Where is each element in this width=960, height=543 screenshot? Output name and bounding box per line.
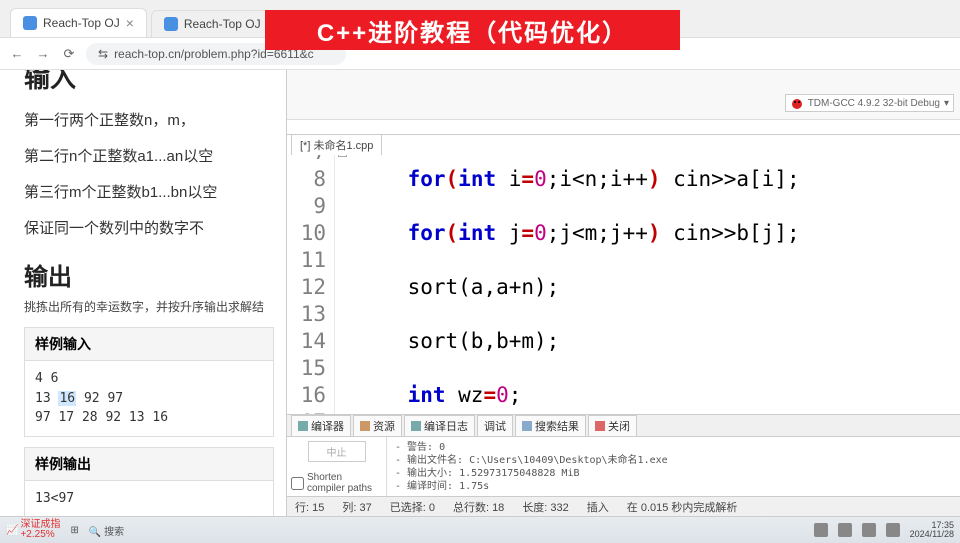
input-heading-partial: 输入	[24, 70, 274, 95]
compile-log-text: - 警告: 0 - 输出文件名: C:\Users\10409\Desktop\…	[387, 437, 960, 496]
compiler-select[interactable]: TDM-GCC 4.9.2 32-bit Debug ▾	[785, 94, 954, 112]
sample-line: 97 17 28 92 13 16	[35, 408, 263, 428]
tab-compile-log[interactable]: 编译日志	[404, 415, 475, 437]
browser-tab-inactive[interactable]: Reach-Top OJ	[151, 10, 274, 37]
browser-tab-active[interactable]: Reach-Top OJ ×	[10, 8, 147, 37]
tab-title: Reach-Top OJ	[184, 17, 261, 31]
trend-up-icon: 📈	[6, 525, 18, 536]
tray-icon[interactable]	[814, 523, 828, 537]
output-tabs: 编译器 资源 编译日志 调试 搜索结果 关闭	[287, 414, 960, 436]
sample-output-body: 13<97	[24, 481, 274, 516]
forward-icon[interactable]: →	[34, 45, 52, 63]
ide-statusbar: 行: 15 列: 37 已选择: 0 总行数: 18 长度: 332 插入 在 …	[287, 496, 960, 516]
back-icon[interactable]: ←	[8, 45, 26, 63]
problem-panel: 输入 第一行两个正整数n，m， 第二行n个正整数a1...an以空 第三行m个正…	[0, 70, 286, 516]
resource-icon	[360, 421, 370, 431]
ide-panel: TDM-GCC 4.9.2 32-bit Debug ▾ [*] 未命名1.cp…	[286, 70, 960, 516]
gear-icon	[298, 421, 308, 431]
sample-output-label: 样例输出	[24, 447, 274, 481]
lock-icon: ⇆	[98, 47, 108, 61]
tab-close[interactable]: 关闭	[588, 415, 637, 437]
stock-widget[interactable]: 📈 深证成指+2.25%	[6, 520, 60, 540]
file-tab[interactable]: [*] 未命名1.cpp	[291, 134, 382, 155]
status-total: 总行数: 18	[453, 499, 504, 515]
sample-input-body: 4 6 13 16 92 97 97 17 28 92 13 16	[24, 361, 274, 437]
code-area[interactable]: for(int i=0;i<n;i++) cin>>a[i]; for(int …	[349, 135, 960, 414]
battery-icon[interactable]	[886, 523, 900, 537]
close-icon[interactable]: ×	[126, 15, 134, 31]
text-selection: 16	[58, 391, 76, 406]
sample-input-label: 样例输入	[24, 327, 274, 361]
tab-compiler[interactable]: 编译器	[291, 415, 351, 437]
volume-icon[interactable]	[862, 523, 876, 537]
problem-line: 第二行n个正整数a1...an以空	[24, 139, 274, 175]
ladybug-icon	[790, 96, 804, 110]
site-icon	[23, 16, 37, 30]
log-icon	[411, 421, 421, 431]
sample-line: 4 6	[35, 369, 263, 389]
windows-start-icon[interactable]: ⊞	[70, 525, 78, 536]
reload-icon[interactable]: ⟳	[60, 45, 78, 63]
chevron-down-icon: ▾	[944, 98, 949, 109]
shorten-paths-checkbox[interactable]: Shorten compiler paths	[291, 472, 382, 494]
status-line: 行: 15	[295, 499, 324, 515]
fold-column: −	[335, 135, 349, 414]
problem-line: 第一行两个正整数n，m，	[24, 103, 274, 139]
sample-line: 13 16 92 97	[35, 389, 263, 409]
wifi-icon[interactable]	[838, 523, 852, 537]
video-overlay-title: C++进阶教程（代码优化）	[265, 10, 680, 50]
output-heading: 输出	[24, 257, 274, 292]
search-icon[interactable]: 🔍 搜索	[89, 523, 124, 538]
abort-button[interactable]: 中止	[308, 441, 366, 462]
clock[interactable]: 17:352024/11/28	[910, 521, 954, 539]
search-icon	[522, 421, 532, 431]
output-desc: 挑拣出所有的幸运数字，并按升序输出求解结	[24, 298, 274, 317]
status-col: 列: 37	[342, 499, 371, 515]
status-ins: 插入	[587, 499, 609, 515]
os-taskbar: 📈 深证成指+2.25% ⊞ 🔍 搜索 17:352024/11/28	[0, 516, 960, 543]
status-sel: 已选择: 0	[390, 499, 435, 515]
site-icon	[164, 17, 178, 31]
compiler-name: TDM-GCC 4.9.2 32-bit Debug	[808, 98, 940, 109]
code-editor[interactable]: 789 101112 131415 161718 − for(int i=0;i…	[287, 134, 960, 414]
line-gutter: 789 101112 131415 161718	[287, 135, 335, 414]
compile-output: 中止 Shorten compiler paths - 警告: 0 - 输出文件…	[287, 436, 960, 496]
ide-toolbar: TDM-GCC 4.9.2 32-bit Debug ▾	[287, 70, 960, 120]
status-len: 长度: 332	[522, 499, 568, 515]
status-msg: 在 0.015 秒内完成解析	[627, 499, 738, 515]
close-icon	[595, 421, 605, 431]
tab-debug[interactable]: 调试	[477, 415, 513, 437]
tab-search[interactable]: 搜索结果	[515, 415, 586, 437]
problem-line: 第三行m个正整数b1...bn以空	[24, 175, 274, 211]
tab-title: Reach-Top OJ	[43, 16, 120, 30]
tab-resources[interactable]: 资源	[353, 415, 402, 437]
problem-line: 保证同一个数列中的数字不	[24, 211, 274, 247]
